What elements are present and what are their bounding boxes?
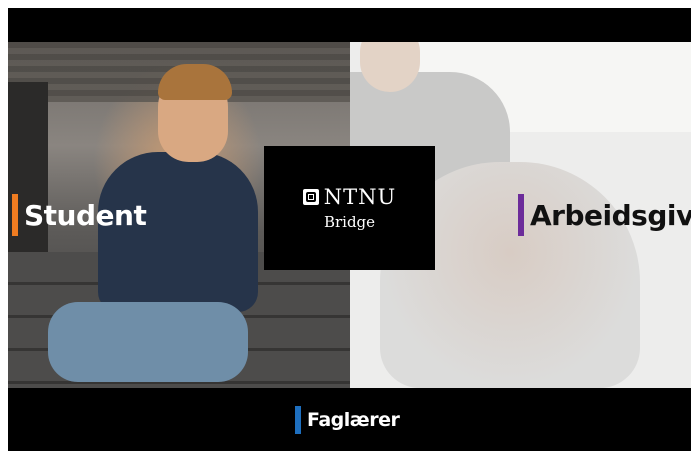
student-label[interactable]: Student	[12, 194, 147, 236]
faglaerer-label-text: Faglærer	[307, 409, 400, 431]
student-accent-bar	[12, 194, 18, 236]
student-figure-hair	[158, 64, 232, 100]
student-figure-head	[158, 72, 228, 162]
student-label-text: Student	[24, 198, 147, 232]
background-steps	[8, 252, 350, 388]
faglaerer-panel[interactable]: Faglærer	[8, 388, 691, 451]
arbeidsgiver-label[interactable]: Arbeidsgive	[518, 194, 691, 236]
arbeidsgiver-label-text: Arbeidsgive	[530, 198, 691, 232]
app-frame: Student Arbeidsgive NTNU Bridge Faglærer	[8, 8, 691, 451]
faglaerer-accent-bar	[295, 406, 301, 434]
arbeidsgiver-accent-bar	[518, 194, 524, 236]
logo-name: NTNU	[323, 185, 397, 209]
faglaerer-label[interactable]: Faglærer	[295, 406, 400, 434]
background-deck	[8, 42, 350, 102]
background-board	[410, 42, 691, 132]
logo-line: NTNU	[302, 185, 397, 209]
ntnu-logo-icon	[302, 189, 319, 205]
employer-figure-face	[360, 42, 420, 92]
top-bar	[8, 8, 691, 42]
ntnu-bridge-logo[interactable]: NTNU Bridge	[264, 146, 435, 270]
logo-subtitle: Bridge	[323, 213, 376, 231]
student-figure-jeans	[48, 302, 248, 382]
